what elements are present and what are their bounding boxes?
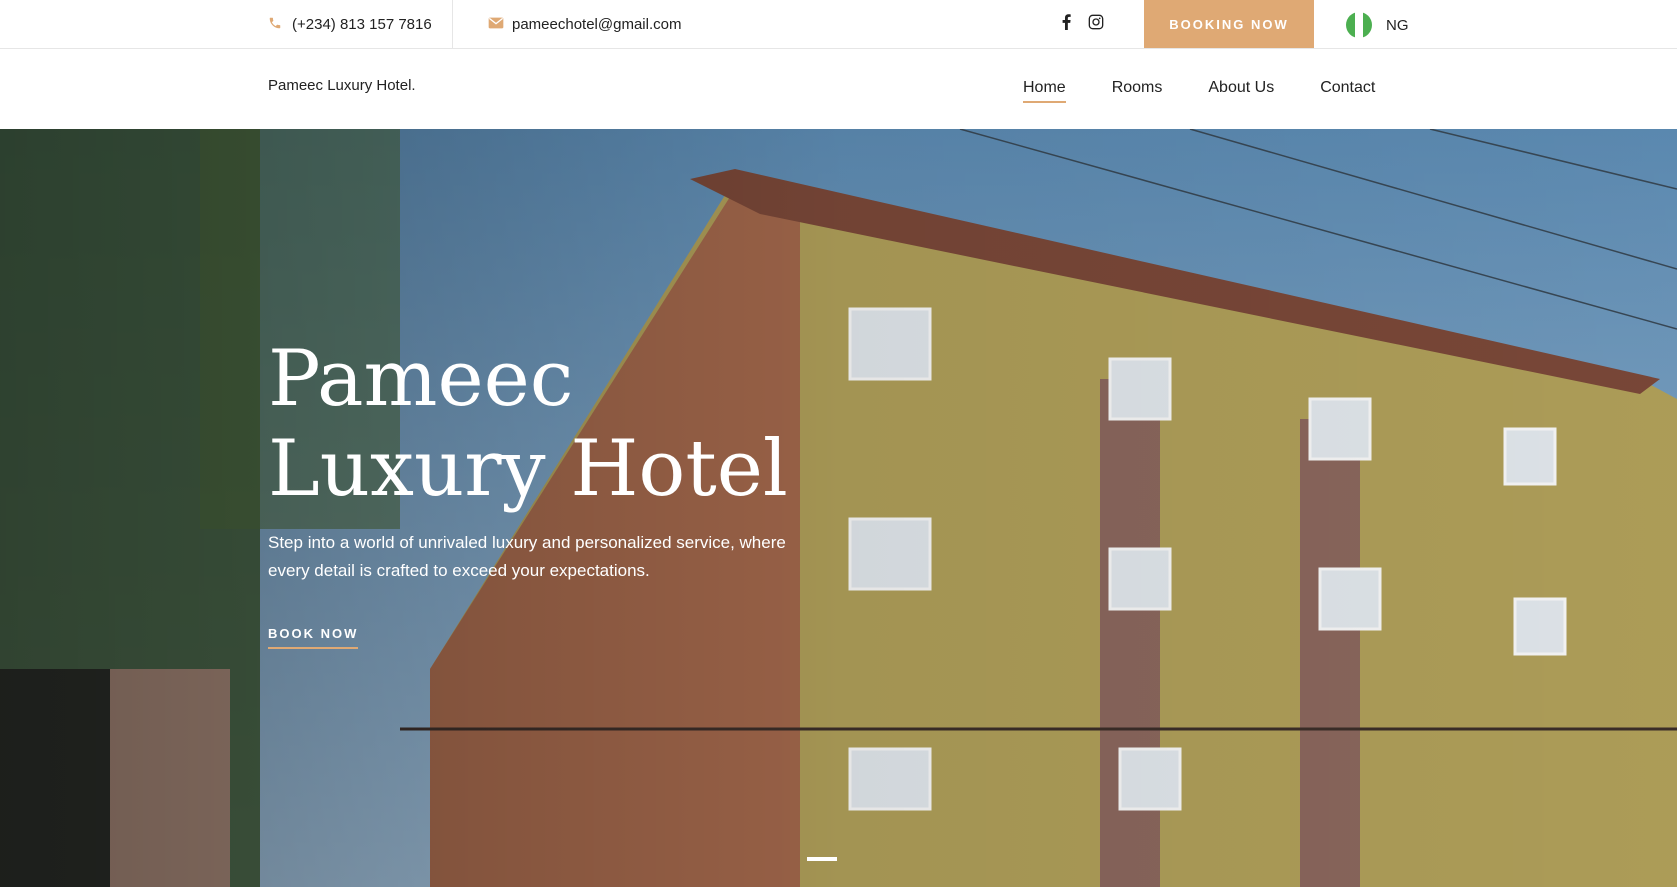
top-bar: (+234) 813 157 7816 pameechotel@gmail.co… bbox=[0, 0, 1677, 49]
phone-number: (+234) 813 157 7816 bbox=[292, 15, 432, 33]
envelope-icon bbox=[488, 16, 504, 32]
slider-dot[interactable] bbox=[807, 857, 837, 861]
phone-icon bbox=[268, 16, 284, 32]
hero-title: Pameec Luxury Hotel bbox=[268, 334, 888, 514]
nav-item-contact[interactable]: Contact bbox=[1320, 79, 1375, 103]
social-links bbox=[1058, 13, 1104, 31]
hero-section: Pameec Luxury Hotel Step into a world of… bbox=[0, 129, 1677, 887]
primary-nav: Home Rooms About Us Contact bbox=[1023, 79, 1375, 103]
hero-title-line-2: Luxury Hotel bbox=[268, 424, 788, 514]
book-now-link[interactable]: BOOK NOW bbox=[268, 626, 359, 649]
nav-item-home[interactable]: Home bbox=[1023, 79, 1066, 103]
hero-description: Step into a world of unrivaled luxury an… bbox=[268, 533, 786, 580]
hero-title-line-1: Pameec bbox=[268, 334, 574, 424]
main-navbar: Pameec Luxury Hotel. Home Rooms About Us… bbox=[0, 49, 1677, 129]
nav-item-rooms[interactable]: Rooms bbox=[1112, 79, 1163, 103]
divider bbox=[452, 0, 453, 48]
facebook-icon[interactable] bbox=[1058, 13, 1074, 31]
email-contact[interactable]: pameechotel@gmail.com bbox=[488, 13, 681, 35]
slider-dots bbox=[807, 857, 837, 861]
language-selector[interactable]: NG bbox=[1346, 12, 1409, 38]
email-address: pameechotel@gmail.com bbox=[512, 15, 682, 33]
instagram-icon[interactable] bbox=[1088, 13, 1104, 31]
brand-logo[interactable]: Pameec Luxury Hotel. bbox=[268, 77, 416, 94]
nav-item-about-us[interactable]: About Us bbox=[1208, 79, 1274, 103]
phone-contact[interactable]: (+234) 813 157 7816 bbox=[268, 13, 432, 35]
booking-now-button[interactable]: BOOKING NOW bbox=[1144, 0, 1314, 48]
nigeria-flag-icon bbox=[1346, 12, 1372, 38]
language-label: NG bbox=[1386, 16, 1409, 34]
